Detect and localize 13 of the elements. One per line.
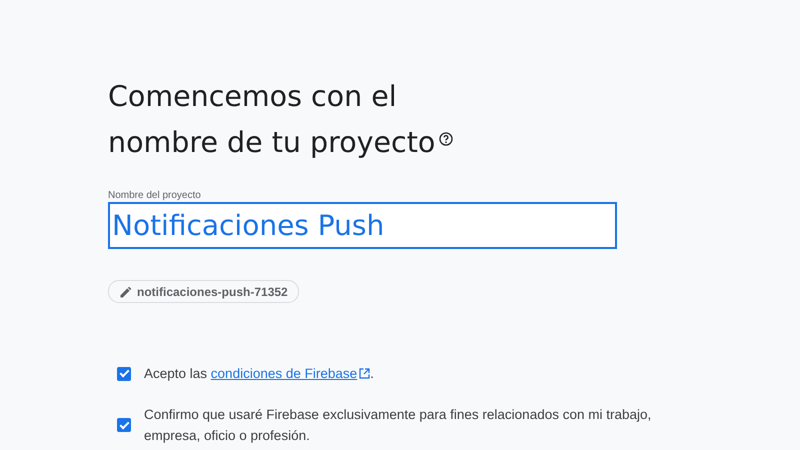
help-icon[interactable] (439, 132, 454, 146)
heading-line: Comencemos con el (108, 79, 397, 115)
agreement-text: Acepto las condiciones de Firebase . (144, 365, 374, 383)
terms-link[interactable]: condiciones de Firebase (210, 366, 370, 381)
checkbox[interactable] (117, 366, 131, 380)
checkbox[interactable] (117, 418, 131, 432)
project-name-field[interactable]: Notificaciones Push (108, 202, 617, 249)
external-link-icon (359, 368, 370, 379)
heading-line: nombre de tu proyecto (108, 125, 436, 161)
pencil-icon (120, 286, 132, 298)
agreement-text: Confirmo que usaré Firebase exclusivamente para fines relacionados con mi trabajo, empresa, oficio o profesión. (144, 406, 652, 445)
field-label: Nombre del proyecto (108, 190, 202, 202)
project-id-chip[interactable]: notificaciones-push-71352 (108, 280, 299, 303)
